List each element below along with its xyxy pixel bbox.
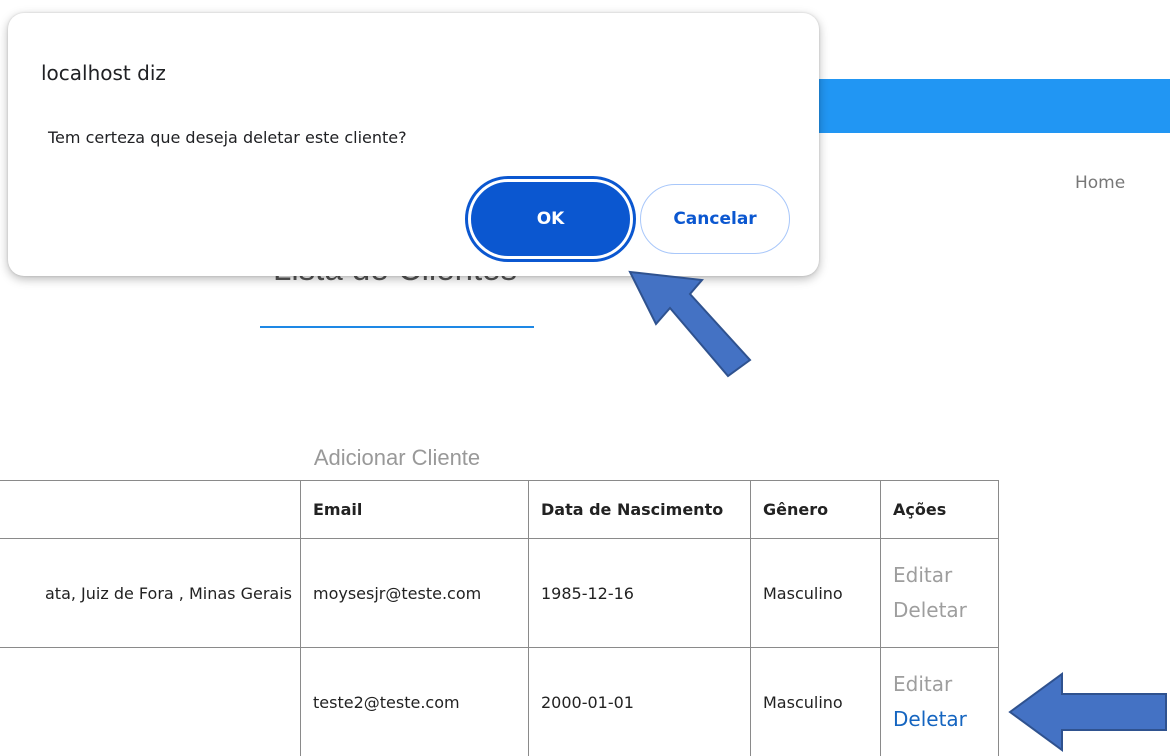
- add-client-link[interactable]: Adicionar Cliente: [262, 445, 532, 471]
- arrow-to-ok-icon: [628, 270, 752, 378]
- cell-gender: Masculino: [750, 647, 881, 756]
- ok-button[interactable]: OK: [465, 176, 636, 262]
- header-actions: Ações: [880, 480, 999, 539]
- table-header-row: Email Data de Nascimento Gênero Ações: [0, 480, 999, 539]
- delete-link[interactable]: Deletar: [893, 702, 986, 737]
- cell-birth-date: 2000-01-01: [528, 647, 751, 756]
- clients-table: Email Data de Nascimento Gênero Ações at…: [0, 480, 999, 756]
- delete-link[interactable]: Deletar: [893, 593, 986, 628]
- table-row: teste2@teste.com 2000-01-01 Masculino Ed…: [0, 647, 999, 756]
- cell-email: teste2@teste.com: [300, 647, 529, 756]
- nav-home-link[interactable]: Home: [1075, 173, 1125, 193]
- header-birth-date: Data de Nascimento: [528, 480, 751, 539]
- cell-email: moysesjr@teste.com: [300, 538, 529, 648]
- confirm-dialog: localhost diz Tem certeza que deseja del…: [8, 13, 819, 276]
- arrow-to-delete-icon: [1008, 672, 1167, 752]
- dialog-title: localhost diz: [41, 61, 166, 85]
- cell-actions: Editar Deletar: [880, 647, 999, 756]
- cancel-button[interactable]: Cancelar: [640, 184, 790, 254]
- cell-address: ata, Juiz de Fora , Minas Gerais: [0, 538, 301, 648]
- header-address: [0, 480, 301, 539]
- dialog-message: Tem certeza que deseja deletar este clie…: [48, 128, 407, 147]
- cell-gender: Masculino: [750, 538, 881, 648]
- table-row: ata, Juiz de Fora , Minas Gerais moysesj…: [0, 538, 999, 648]
- header-email: Email: [300, 480, 529, 539]
- edit-link[interactable]: Editar: [893, 558, 986, 593]
- cell-birth-date: 1985-12-16: [528, 538, 751, 648]
- cell-address: [0, 647, 301, 756]
- edit-link[interactable]: Editar: [893, 667, 986, 702]
- title-underline: [260, 326, 534, 328]
- cell-actions: Editar Deletar: [880, 538, 999, 648]
- header-gender: Gênero: [750, 480, 881, 539]
- navbar-bar: [780, 79, 1170, 133]
